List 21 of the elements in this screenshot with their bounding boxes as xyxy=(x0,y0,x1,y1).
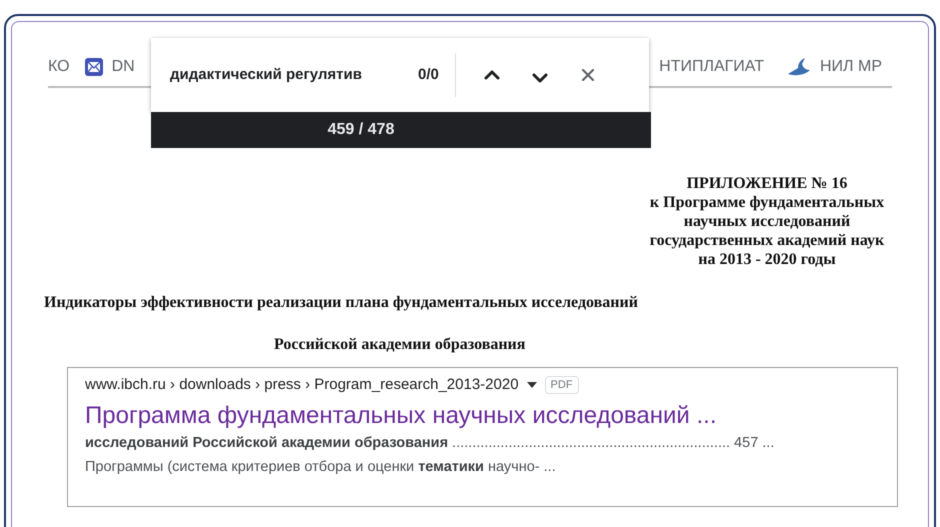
mail-icon xyxy=(84,57,104,77)
appendix-line: ПРИЛОЖЕНИЕ № 16 xyxy=(686,174,848,193)
appendix-line: на 2013 - 2020 годы xyxy=(698,250,836,269)
result-title[interactable]: Программа фундаментальных научных исследований ... xyxy=(85,400,880,430)
dropdown-caret-icon[interactable] xyxy=(526,382,537,388)
appendix-line: к Программе фундаментальных xyxy=(650,193,884,212)
bookmark-link[interactable]: DN xyxy=(112,55,135,79)
bookmark-link[interactable]: НИЛ МР xyxy=(820,55,882,79)
appendix-line: научных исследований xyxy=(684,212,850,231)
appendix-line: государственных академий наук xyxy=(650,231,884,250)
bookmark-link[interactable]: НТИПЛАГИАТ xyxy=(659,55,764,79)
document-heading: Индикаторы эффективности реализации плана фундаментальных исселедований xyxy=(44,294,638,311)
result-snippet: Программы (система критериев отбора и оценки тематики научно- ... xyxy=(85,458,557,476)
find-query-field[interactable]: дидактический регулятив xyxy=(170,64,400,86)
bookmark-link[interactable]: КО xyxy=(48,55,70,79)
result-url[interactable]: www.ibch.ru › downloads › press › Program_research_2013-2020 xyxy=(85,374,519,396)
document-subheading: Российской академии образования xyxy=(274,336,526,353)
result-snippet: исследований Российской академии образования ..................................................................... 457 ... xyxy=(85,434,776,452)
pdf-tag: PDF xyxy=(544,376,579,394)
match-count: 0/0 xyxy=(418,64,439,85)
page-number: 459 / 478 xyxy=(328,120,394,140)
